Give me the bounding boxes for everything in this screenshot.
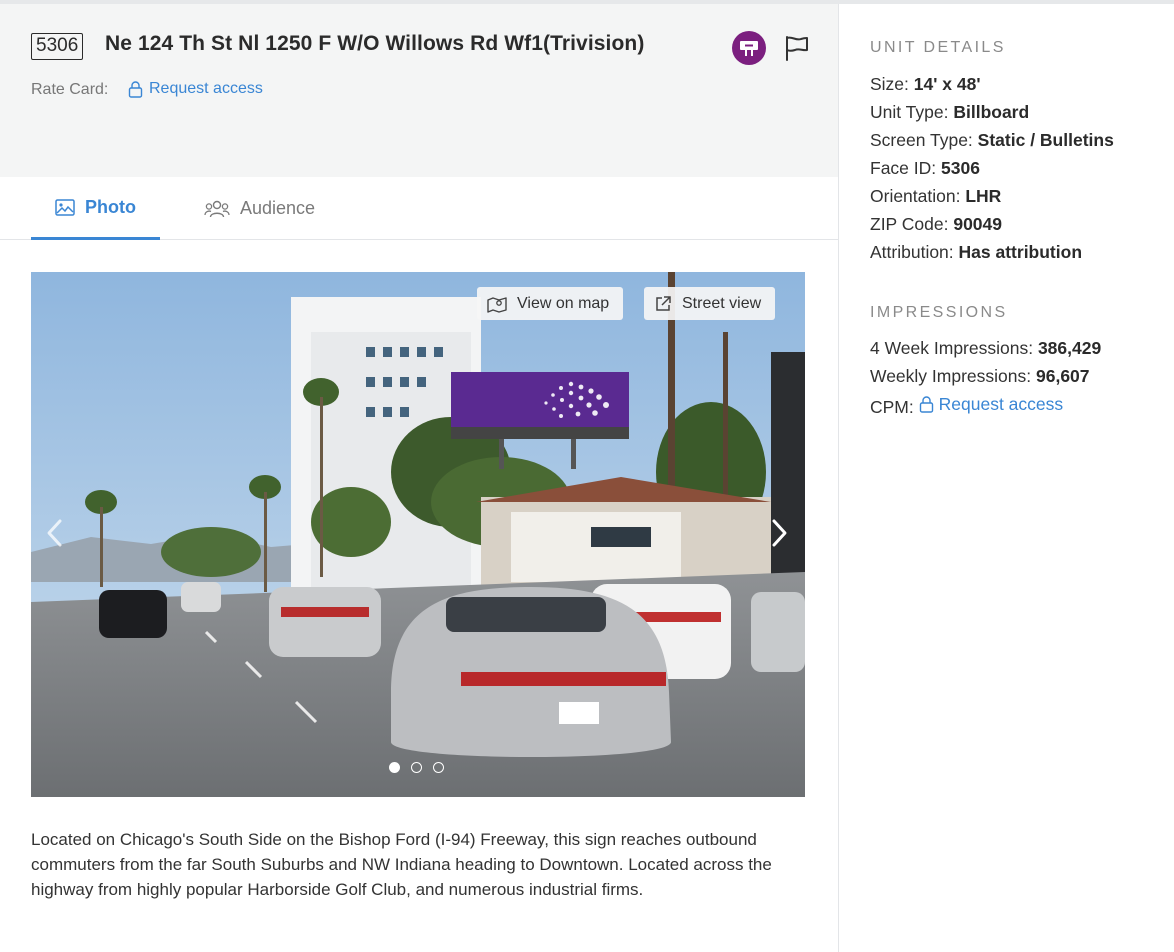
- unit-header: 5306 Ne 124 Th St Nl 1250 F W/O Willows …: [0, 4, 838, 177]
- carousel-dot-3[interactable]: [433, 762, 444, 773]
- lock-icon: [919, 396, 933, 413]
- map-icon: [487, 296, 507, 313]
- tab-audience-label: Audience: [240, 198, 316, 218]
- image-icon: [55, 198, 75, 216]
- tab-photo-label: Photo: [85, 196, 136, 217]
- rate-card-label: Rate Card:: [31, 81, 109, 98]
- detail-zip-code: ZIP Code: 90049: [870, 214, 1002, 235]
- detail-zip-value: 90049: [953, 214, 1003, 234]
- face-id-badge: 5306: [31, 33, 84, 60]
- street-view-button[interactable]: Street view: [644, 287, 776, 320]
- detail-size-value: 14' x 48': [913, 74, 981, 94]
- main-panel: 5306 Ne 124 Th St Nl 1250 F W/O Willows …: [0, 4, 838, 952]
- chevron-left-icon[interactable]: [45, 518, 65, 548]
- billboard-icon[interactable]: [732, 31, 766, 65]
- tab-audience[interactable]: Audience: [204, 177, 315, 240]
- detail-attribution-label: Attribution:: [870, 242, 954, 262]
- weekly-label: Weekly Impressions:: [870, 366, 1032, 386]
- detail-orientation-label: Orientation:: [870, 186, 961, 206]
- detail-face-id-value: 5306: [941, 158, 980, 178]
- street-view-label: Street view: [682, 294, 762, 312]
- detail-attribution-value: Has attribution: [958, 242, 1083, 262]
- detail-unit-type: Unit Type: Billboard: [870, 102, 1029, 123]
- details-sidebar: UNIT DETAILS Size: 14' x 48' Unit Type: …: [838, 4, 1174, 952]
- unit-details-title: UNIT DETAILS: [870, 39, 1006, 56]
- detail-orientation: Orientation: LHR: [870, 186, 1001, 207]
- unit-title: Ne 124 Th St Nl 1250 F W/O Willows Rd Wf…: [105, 32, 645, 55]
- view-on-map-label: View on map: [517, 294, 610, 312]
- impressions-four-week: 4 Week Impressions: 386,429: [870, 338, 1101, 359]
- cpm-link-label: Request access: [938, 394, 1064, 414]
- carousel-dot-2[interactable]: [411, 762, 422, 773]
- unit-description: Located on Chicago's South Side on the B…: [31, 830, 772, 899]
- detail-unit-type-value: Billboard: [953, 102, 1030, 122]
- detail-zip-label: ZIP Code:: [870, 214, 949, 234]
- impressions-title: IMPRESSIONS: [870, 304, 1008, 321]
- detail-face-id-label: Face ID:: [870, 158, 937, 178]
- tab-photo[interactable]: Photo: [31, 177, 160, 240]
- view-on-map-button[interactable]: View on map: [477, 287, 624, 320]
- chevron-right-icon[interactable]: [769, 518, 789, 548]
- weekly-value: 96,607: [1036, 366, 1090, 386]
- detail-unit-type-label: Unit Type:: [870, 102, 949, 122]
- four-week-label: 4 Week Impressions:: [870, 338, 1034, 358]
- cpm-request-access-link[interactable]: Request access: [919, 394, 1064, 415]
- detail-screen-type-label: Screen Type:: [870, 130, 973, 150]
- external-link-icon: [656, 295, 671, 311]
- impressions-weekly: Weekly Impressions: 96,607: [870, 366, 1090, 387]
- unit-photo-carousel[interactable]: View on map Street view: [31, 272, 805, 797]
- billboard-photo: [31, 272, 805, 797]
- impressions-cpm: CPM: Request access: [870, 394, 1063, 418]
- detail-attribution: Attribution: Has attribution: [870, 242, 1082, 263]
- detail-size-label: Size:: [870, 74, 909, 94]
- carousel-dot-1[interactable]: [389, 762, 400, 773]
- tab-bar: Photo Audience: [0, 177, 838, 240]
- carousel-dots: [389, 762, 444, 773]
- flag-icon[interactable]: [783, 34, 811, 62]
- rate-card-link-label: Request access: [149, 80, 263, 97]
- detail-face-id: Face ID: 5306: [870, 158, 980, 179]
- detail-size: Size: 14' x 48': [870, 74, 981, 95]
- detail-screen-type-value: Static / Bulletins: [977, 130, 1114, 150]
- users-icon: [204, 200, 230, 217]
- four-week-value: 386,429: [1037, 338, 1102, 358]
- detail-orientation-value: LHR: [965, 186, 1002, 206]
- lock-icon: [128, 80, 143, 98]
- rate-card-request-access-link[interactable]: Request access: [128, 80, 263, 98]
- cpm-label: CPM:: [870, 397, 914, 417]
- detail-screen-type: Screen Type: Static / Bulletins: [870, 130, 1114, 151]
